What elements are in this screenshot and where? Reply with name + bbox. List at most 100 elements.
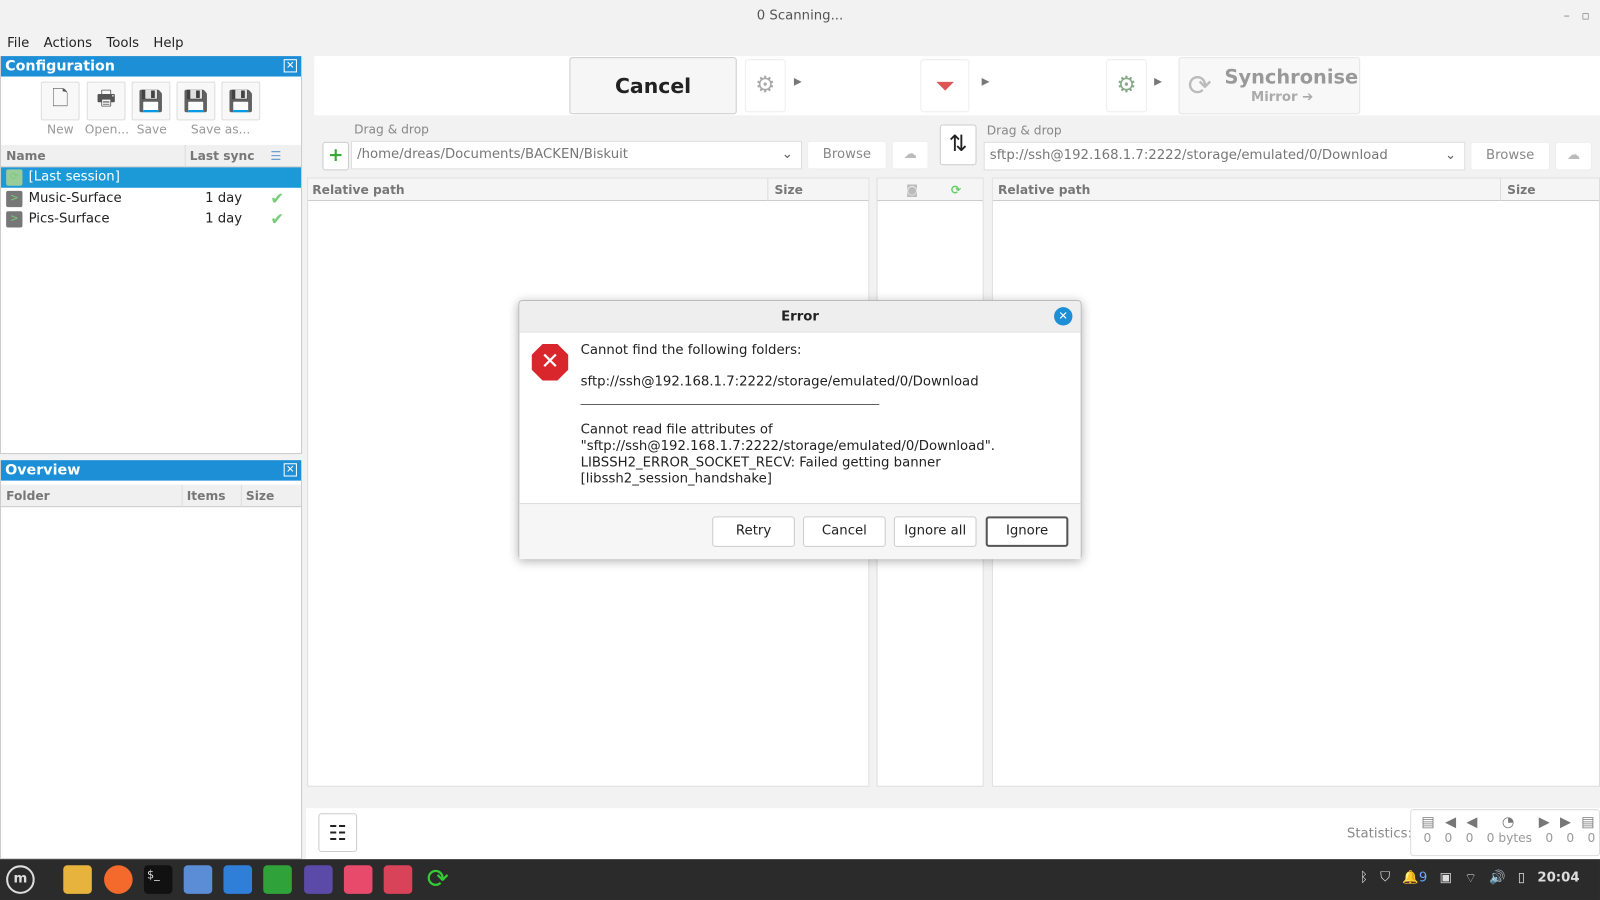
stat-value: 0 [1566, 830, 1575, 845]
save-icon: 💾 [138, 88, 164, 114]
right-file-grid[interactable]: Relative path Size [991, 177, 1600, 787]
chevron-right-icon[interactable]: ▶ [794, 77, 802, 88]
col-folder[interactable]: Folder [6, 485, 50, 507]
statistics-icons: ▤ ◀ ◀ ◔ ▶ ▶ ▤ [1411, 810, 1599, 830]
swap-icon: ⇅ [948, 131, 968, 158]
list-item[interactable]: > Music-Surface 1 day ✔ [1, 189, 301, 209]
open-label: Open... [84, 122, 130, 137]
chevron-right-icon[interactable]: ▶ [1154, 77, 1162, 88]
save-as-button[interactable]: 💾 [176, 81, 216, 121]
shield-icon[interactable]: ⛉ [1380, 870, 1390, 886]
system-tray: ᛒ ⛉ 🔔9 ▣ ⌔ 🔊 ▯ 20:04 [1360, 870, 1580, 886]
clipboard-icon[interactable]: ▣ [1440, 870, 1453, 886]
column-options-icon[interactable]: ☰ [270, 145, 281, 167]
row-name: Pics-Surface [28, 211, 110, 227]
open-config-button[interactable]: 🖶 [86, 81, 126, 121]
left-cloud-button[interactable]: ☁ [891, 140, 929, 170]
right-cloud-button[interactable]: ☁ [1555, 141, 1592, 171]
mint-menu-icon[interactable]: m [6, 865, 35, 894]
volume-icon[interactable]: 🔊 [1489, 870, 1506, 886]
left-drag-drop-label: Drag & drop [354, 122, 429, 137]
stat-value: 0 [1423, 830, 1432, 845]
right-path-text: sftp://ssh@192.168.1.7:2222/storage/emul… [989, 147, 1388, 164]
error-dialog: Error ✕ ✕ Cannot find the following fold… [518, 299, 1082, 560]
battery-icon[interactable]: ▯ [1518, 870, 1525, 886]
right-folder-input[interactable]: sftp://ssh@192.168.1.7:2222/storage/emul… [983, 141, 1466, 171]
left-grid-header: Relative path Size [308, 178, 869, 202]
chevron-down-icon[interactable]: ⌄ [782, 142, 793, 169]
list-item[interactable]: > Pics-Surface 1 day ✔ [1, 209, 301, 229]
right-browse-button[interactable]: Browse [1470, 141, 1550, 171]
image-viewer-icon[interactable] [343, 865, 373, 894]
add-folder-pair-button[interactable]: + [322, 141, 349, 171]
sync-icon[interactable]: ⟳ [951, 179, 961, 201]
ignore-all-button[interactable]: Ignore all [893, 516, 977, 547]
check-icon: ✔ [270, 188, 285, 209]
left-folder-input[interactable]: /home/dreas/Documents/BACKEN/Biskuit ⌄ [351, 140, 803, 170]
writer-icon[interactable] [223, 865, 253, 894]
firefox-icon[interactable] [104, 865, 133, 894]
stat-value: 0 [1444, 830, 1453, 845]
delete-right-icon: ▤ [1581, 814, 1595, 831]
compare-settings-button[interactable]: ⚙ [744, 59, 786, 113]
error-line: LIBSSH2_ERROR_SOCKET_RECV: Failed gettin… [580, 455, 941, 471]
menu-help[interactable]: Help [146, 33, 191, 55]
filter-button[interactable]: ⏷ [920, 59, 970, 113]
notifications-icon[interactable]: 🔔9 [1402, 870, 1427, 886]
sync-icon: ⟳ [6, 168, 23, 186]
chevron-down-icon[interactable]: ⌄ [1445, 143, 1456, 170]
files-icon[interactable] [63, 865, 92, 894]
col-items[interactable]: Items [181, 484, 226, 508]
camera-icon[interactable]: ◙ [906, 179, 918, 201]
wifi-icon[interactable]: ⌔ [1464, 870, 1476, 886]
col-relative-path[interactable]: Relative path [998, 179, 1090, 201]
clock[interactable]: 20:04 [1537, 870, 1579, 886]
window-controls[interactable]: – ▫ [1564, 8, 1590, 22]
col-size[interactable]: Size [240, 484, 274, 508]
save-config-button[interactable]: 💾 [131, 81, 171, 121]
log-button[interactable]: ☷ [318, 813, 358, 853]
terminal-icon[interactable]: $_ [143, 865, 173, 894]
col-size[interactable]: Size [1499, 178, 1600, 202]
reader-icon[interactable] [383, 865, 413, 894]
close-icon[interactable]: ✕ [283, 59, 297, 73]
col-last-sync[interactable]: Last sync [184, 144, 255, 168]
row-name: [Last session] [28, 169, 120, 185]
col-size[interactable]: Size [767, 178, 869, 202]
new-config-button[interactable]: 🗋 [40, 81, 80, 121]
swap-sides-button[interactable]: ⇅ [939, 124, 977, 166]
ignore-button[interactable]: Ignore [985, 516, 1069, 547]
menu-actions[interactable]: Actions [36, 33, 99, 55]
sync-settings-button[interactable]: ⚙ [1106, 59, 1147, 113]
save-as-batch-button[interactable]: 💾 [221, 81, 261, 121]
middle-grid-header: ◙ ⟳ [877, 178, 983, 202]
sync-mode-label: Mirror ➔ [1251, 89, 1314, 106]
config-table-header: Name Last sync ☰ [1, 144, 302, 168]
bluetooth-icon[interactable]: ᛒ [1360, 870, 1368, 886]
menu-tools[interactable]: Tools [99, 33, 146, 55]
overview-header: Overview ✕ [1, 460, 302, 481]
chevron-right-icon[interactable]: ▶ [982, 77, 990, 88]
dialog-title: Error [519, 301, 1081, 333]
configuration-header: Configuration ✕ [1, 56, 302, 77]
retry-button[interactable]: Retry [712, 516, 795, 547]
mail-icon[interactable] [183, 865, 213, 894]
dialog-close-button[interactable]: ✕ [1054, 307, 1073, 326]
network-icon[interactable] [304, 865, 333, 894]
left-browse-button[interactable]: Browse [807, 140, 887, 170]
synchronise-button[interactable]: ⟳ Synchronise Mirror ➔ [1178, 57, 1361, 115]
menu-file[interactable]: File [0, 33, 36, 55]
cancel-button[interactable]: Cancel [803, 516, 886, 547]
calc-icon[interactable] [263, 865, 292, 894]
left-path-text: /home/dreas/Documents/BACKEN/Biskuit [357, 146, 628, 163]
menu-bar: File Actions Tools Help [0, 33, 191, 55]
freefilesync-icon[interactable]: ⟳ [423, 865, 452, 894]
update-left-icon: ◀ [1445, 814, 1457, 831]
cancel-scan-button[interactable]: Cancel [569, 57, 737, 115]
col-name[interactable]: Name [6, 145, 46, 167]
close-icon[interactable]: ✕ [283, 463, 297, 477]
right-grid-header: Relative path Size [992, 178, 1600, 202]
error-line: sftp://ssh@192.168.1.7:2222/storage/emul… [580, 374, 979, 390]
col-relative-path[interactable]: Relative path [312, 179, 404, 201]
list-item[interactable]: ⟳ [Last session] [1, 167, 302, 188]
